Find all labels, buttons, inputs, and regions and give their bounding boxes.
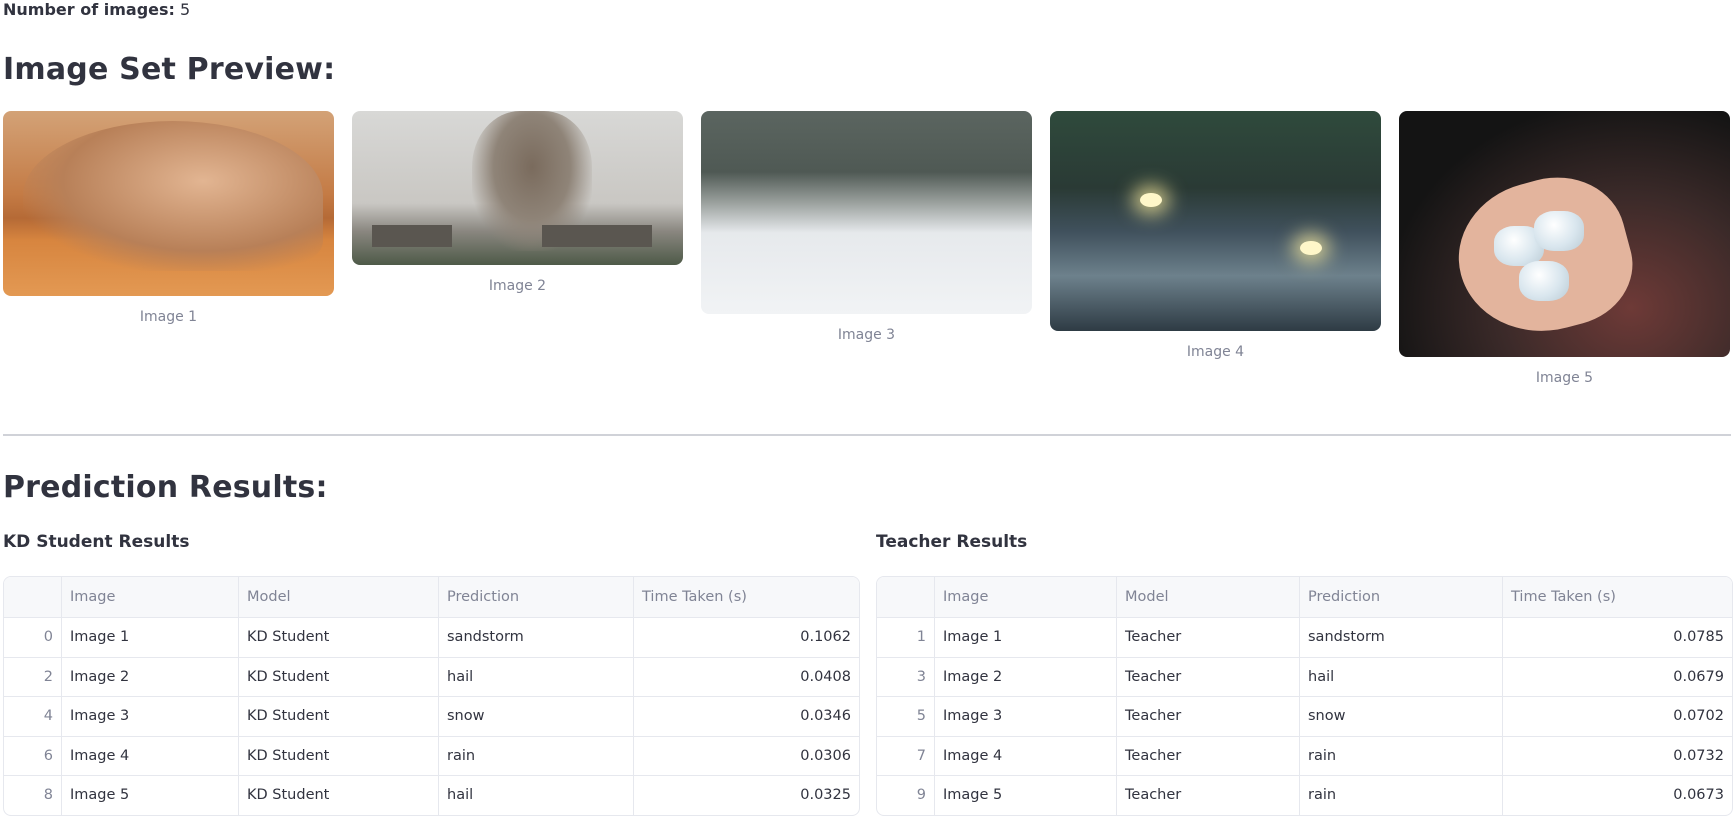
gallery-item: Image 4 <box>1050 111 1381 360</box>
row-index: 7 <box>877 736 935 776</box>
cell-time: 0.0408 <box>633 657 859 697</box>
column-header-model[interactable]: Model <box>1116 577 1300 618</box>
image-2-tornado[interactable] <box>352 111 683 265</box>
table-row[interactable]: 9 Image 5 Teacher rain 0.0673 <box>877 775 1732 815</box>
student-results-table[interactable]: Image Model Prediction Time Taken (s) 0 … <box>3 576 860 816</box>
cell-time: 0.0346 <box>633 696 859 737</box>
column-header-image[interactable]: Image <box>61 577 239 618</box>
row-index: 0 <box>4 617 62 658</box>
column-header-index[interactable] <box>877 577 935 618</box>
cell-image: Image 2 <box>934 657 1117 697</box>
cell-image: Image 5 <box>934 775 1117 815</box>
image-3-snow[interactable] <box>701 111 1032 314</box>
cell-model: KD Student <box>238 775 439 815</box>
cell-prediction: hail <box>438 775 634 815</box>
preview-heading: Image Set Preview: <box>3 52 336 87</box>
cell-model: KD Student <box>238 736 439 776</box>
table-header-row: Image Model Prediction Time Taken (s) <box>877 577 1732 618</box>
column-header-prediction[interactable]: Prediction <box>438 577 634 618</box>
row-index: 1 <box>877 617 935 658</box>
row-index: 6 <box>4 736 62 776</box>
image-gallery: Image 1 Image 2 Image 3 Image 4 Image 5 <box>3 111 1731 401</box>
table-row[interactable]: 8 Image 5 KD Student hail 0.0325 <box>4 775 859 815</box>
row-index: 5 <box>877 696 935 737</box>
image-caption: Image 2 <box>488 278 547 294</box>
table-row[interactable]: 2 Image 2 KD Student hail 0.0408 <box>4 657 859 697</box>
cell-prediction: snow <box>1299 696 1503 737</box>
column-header-time[interactable]: Time Taken (s) <box>633 577 859 618</box>
column-header-time[interactable]: Time Taken (s) <box>1502 577 1732 618</box>
cell-model: KD Student <box>238 696 439 737</box>
column-header-index[interactable] <box>4 577 62 618</box>
cell-time: 0.0679 <box>1502 657 1732 697</box>
gallery-item: Image 3 <box>701 111 1032 343</box>
table-row[interactable]: 1 Image 1 Teacher sandstorm 0.0785 <box>877 617 1732 658</box>
cell-prediction: hail <box>1299 657 1503 697</box>
image-1-sandstorm[interactable] <box>3 111 334 296</box>
table-row[interactable]: 4 Image 3 KD Student snow 0.0346 <box>4 696 859 737</box>
image-count-value: 5 <box>180 0 191 19</box>
cell-prediction: hail <box>438 657 634 697</box>
row-index: 2 <box>4 657 62 697</box>
cell-time: 0.0673 <box>1673 787 1724 804</box>
cell-model: Teacher <box>1116 775 1300 815</box>
image-count-label: Number of images: <box>3 0 175 19</box>
cell-prediction: rain <box>1299 775 1503 815</box>
cell-time: 0.0732 <box>1502 736 1732 776</box>
results-heading: Prediction Results: <box>3 470 328 505</box>
gallery-item: Image 5 <box>1399 111 1730 386</box>
cell-time: 0.0702 <box>1502 696 1732 737</box>
table-row[interactable]: 3 Image 2 Teacher hail 0.0679 <box>877 657 1732 697</box>
image-5-hail[interactable] <box>1399 111 1730 357</box>
row-index: 4 <box>4 696 62 737</box>
cell-image: Image 5 <box>61 775 239 815</box>
image-caption: Image 1 <box>139 309 198 325</box>
image-caption: Image 4 <box>1186 344 1245 360</box>
cell-time: 0.0785 <box>1502 617 1732 658</box>
cell-prediction: rain <box>1299 736 1503 776</box>
column-header-prediction[interactable]: Prediction <box>1299 577 1503 618</box>
image-count: Number of images: 5 <box>3 0 190 20</box>
table-row[interactable]: 0 Image 1 KD Student sandstorm 0.1062 <box>4 617 859 658</box>
table-row[interactable]: 5 Image 3 Teacher snow 0.0702 <box>877 696 1732 737</box>
row-index: 8 <box>4 775 62 815</box>
cell-time: 0.0325 <box>800 787 851 804</box>
cell-image: Image 1 <box>61 617 239 658</box>
image-caption: Image 5 <box>1535 370 1594 386</box>
cell-model: Teacher <box>1116 657 1300 697</box>
cell-prediction: snow <box>438 696 634 737</box>
cell-image: Image 3 <box>934 696 1117 737</box>
cell-time: 0.1062 <box>633 617 859 658</box>
teacher-results-table[interactable]: Image Model Prediction Time Taken (s) 1 … <box>876 576 1733 816</box>
cell-image: Image 3 <box>61 696 239 737</box>
cell-image: Image 2 <box>61 657 239 697</box>
cell-image: Image 1 <box>934 617 1117 658</box>
cell-model: KD Student <box>238 657 439 697</box>
row-index: 3 <box>877 657 935 697</box>
cell-prediction: sandstorm <box>1299 617 1503 658</box>
table-row[interactable]: 7 Image 4 Teacher rain 0.0732 <box>877 736 1732 776</box>
cell-image: Image 4 <box>934 736 1117 776</box>
column-header-model[interactable]: Model <box>238 577 439 618</box>
student-results-heading: KD Student Results <box>3 532 190 552</box>
gallery-item: Image 2 <box>352 111 683 294</box>
cell-time: 0.0306 <box>633 736 859 776</box>
cell-model: Teacher <box>1116 696 1300 737</box>
image-4-rain[interactable] <box>1050 111 1381 331</box>
table-row[interactable]: 6 Image 4 KD Student rain 0.0306 <box>4 736 859 776</box>
teacher-results-heading: Teacher Results <box>876 532 1028 552</box>
cell-prediction: rain <box>438 736 634 776</box>
table-header-row: Image Model Prediction Time Taken (s) <box>4 577 859 618</box>
cell-model: Teacher <box>1116 736 1300 776</box>
cell-model: KD Student <box>238 617 439 658</box>
column-header-image[interactable]: Image <box>934 577 1117 618</box>
cell-image: Image 4 <box>61 736 239 776</box>
gallery-item: Image 1 <box>3 111 334 325</box>
row-index: 9 <box>877 775 935 815</box>
image-caption: Image 3 <box>837 327 896 343</box>
cell-model: Teacher <box>1116 617 1300 658</box>
section-divider <box>3 434 1731 436</box>
cell-prediction: sandstorm <box>438 617 634 658</box>
